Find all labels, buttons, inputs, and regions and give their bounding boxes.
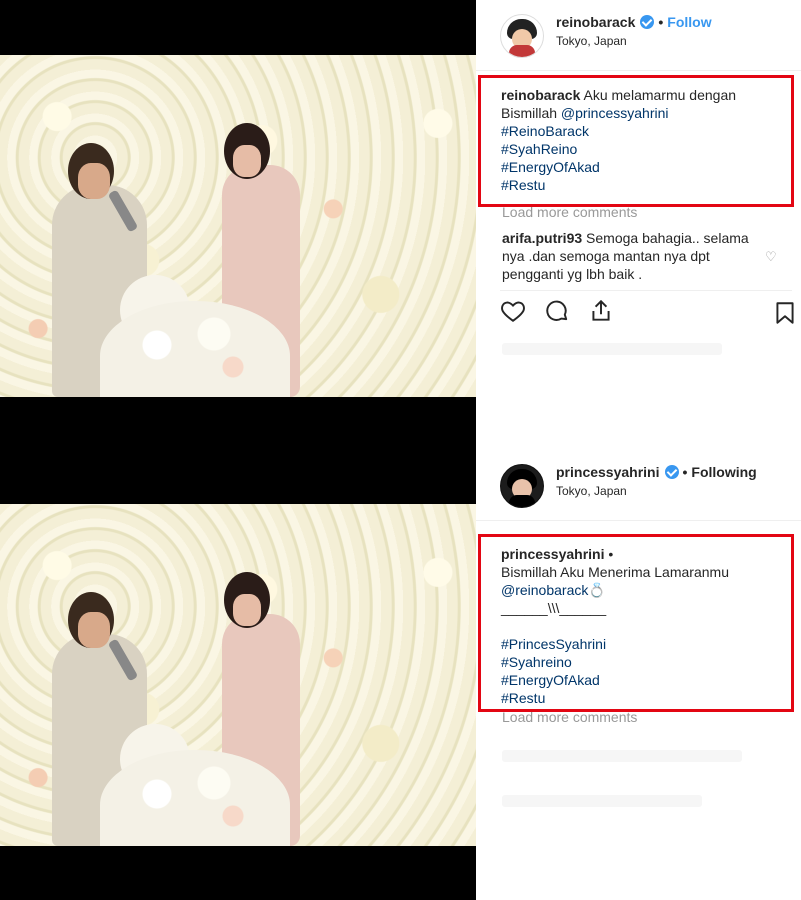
hashtag-link[interactable]: #Restu xyxy=(501,176,771,194)
hashtag-link[interactable]: #SyahReino xyxy=(501,140,771,158)
avatar[interactable] xyxy=(500,464,544,508)
caption-line3: @reinobarack💍 xyxy=(501,581,771,599)
post-header: princessyahrini • Following Tokyo, Japan xyxy=(500,464,757,508)
post-panel-princessyahrini: princessyahrini • Following Tokyo, Japan… xyxy=(0,450,801,900)
header-divider xyxy=(476,70,801,71)
following-button[interactable]: Following xyxy=(691,464,756,480)
verified-badge-icon xyxy=(664,465,679,479)
post-photo[interactable] xyxy=(0,504,476,846)
follow-button[interactable]: Follow xyxy=(667,14,711,30)
caption-mention[interactable]: @reinobarack xyxy=(501,582,588,598)
faded-likes-row xyxy=(502,795,702,807)
separator-dot: • xyxy=(682,464,688,480)
ring-icon: 💍 xyxy=(588,582,606,598)
share-icon[interactable] xyxy=(588,298,614,324)
location-link[interactable]: Tokyo, Japan xyxy=(556,484,757,498)
avatar[interactable] xyxy=(500,14,544,58)
user-info: princessyahrini • Following Tokyo, Japan xyxy=(556,464,757,498)
caption-text: Aku melamarmu dengan xyxy=(580,87,737,103)
post-sidebar: princessyahrini • Following Tokyo, Japan… xyxy=(476,450,801,900)
hashtag-link[interactable]: #EnergyOfAkad xyxy=(501,671,771,689)
comment-icon[interactable] xyxy=(544,298,570,324)
faded-comment-row xyxy=(502,750,742,762)
action-bar xyxy=(500,298,614,324)
actions-divider xyxy=(500,290,792,291)
username-link[interactable]: reinobarack xyxy=(556,14,635,30)
photo-woman-face xyxy=(233,594,261,626)
photo-man-face xyxy=(78,163,110,199)
post-sidebar: reinobarack • Follow Tokyo, Japan reinob… xyxy=(476,0,801,450)
hashtag-link[interactable]: #Restu xyxy=(501,689,771,707)
load-more-comments[interactable]: Load more comments xyxy=(502,204,637,220)
caption-line1: reinobarack Aku melamarmu dengan xyxy=(501,86,771,104)
separator-dot: • xyxy=(658,14,664,30)
photo-woman-face xyxy=(233,145,261,177)
hashtag-link[interactable]: #PrincesSyahrini xyxy=(501,635,771,653)
caption-line2: Bismillah @princessyahrini xyxy=(501,104,771,122)
header-divider xyxy=(476,520,801,521)
caption-separator: ______\\\______ xyxy=(501,600,607,616)
hashtag-link[interactable]: #ReinoBarack xyxy=(501,122,771,140)
hashtag-link[interactable]: #Syahreino xyxy=(501,653,771,671)
user-line: reinobarack • Follow xyxy=(556,14,712,30)
verified-badge-icon xyxy=(640,15,655,29)
username-link[interactable]: princessyahrini xyxy=(556,464,660,480)
post-photo[interactable] xyxy=(0,55,476,397)
caption-text: Bismillah xyxy=(501,105,561,121)
post-header: reinobarack • Follow Tokyo, Japan xyxy=(500,14,712,58)
photo-man-face xyxy=(78,612,110,648)
comment: arifa.putri93 Semoga bahagia.. selama ny… xyxy=(502,229,762,283)
caption-line1: princessyahrini • xyxy=(501,545,771,563)
heart-icon[interactable] xyxy=(500,298,526,324)
caption-username[interactable]: reinobarack xyxy=(501,87,580,103)
comment-like-heart-icon[interactable]: ♡ xyxy=(765,249,777,264)
caption-username[interactable]: princessyahrini xyxy=(501,546,605,562)
caption-highlight-box: reinobarack Aku melamarmu dengan Bismill… xyxy=(478,75,794,207)
post-panel-reinobarack: reinobarack • Follow Tokyo, Japan reinob… xyxy=(0,0,801,450)
user-line: princessyahrini • Following xyxy=(556,464,757,480)
caption-highlight-box: princessyahrini • Bismillah Aku Menerima… xyxy=(478,534,794,712)
location-link[interactable]: Tokyo, Japan xyxy=(556,34,712,48)
faded-likes-row xyxy=(502,343,722,355)
load-more-comments[interactable]: Load more comments xyxy=(502,709,637,725)
caption-mention[interactable]: @princessyahrini xyxy=(561,105,669,121)
caption-text: Bismillah Aku Menerima Lamaranmu xyxy=(501,564,729,580)
comment-username[interactable]: arifa.putri93 xyxy=(502,230,582,246)
hashtag-link[interactable]: #EnergyOfAkad xyxy=(501,158,771,176)
user-info: reinobarack • Follow Tokyo, Japan xyxy=(556,14,712,48)
caption-bullet: • xyxy=(604,546,614,562)
bookmark-icon[interactable] xyxy=(772,300,798,326)
